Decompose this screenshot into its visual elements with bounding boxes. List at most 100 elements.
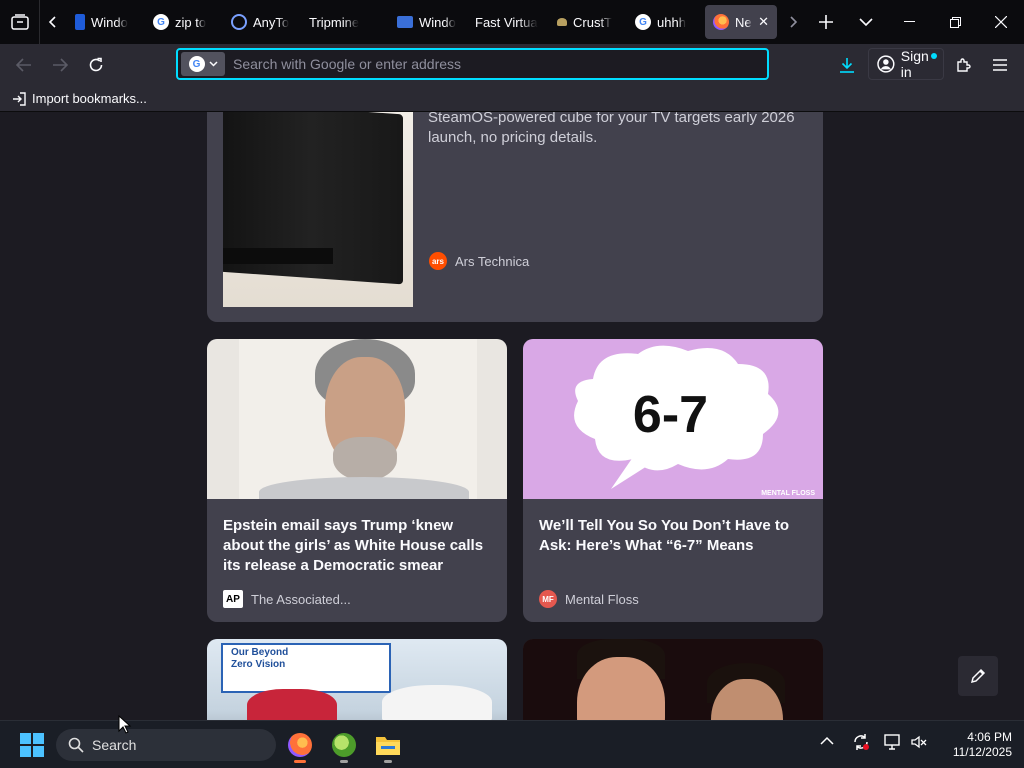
device-edge	[223, 248, 333, 264]
hamburger-menu-icon	[993, 59, 1007, 71]
firefox-view-button[interactable]	[0, 0, 40, 44]
list-all-tabs-button[interactable]	[846, 0, 886, 44]
story-title: We’ll Tell You So You Don’t Have to Ask:…	[539, 517, 790, 554]
import-bookmarks-link[interactable]: Import bookmarks...	[32, 91, 147, 106]
google-icon: G	[188, 56, 205, 72]
tab-anyto[interactable]: AnyTo	[223, 5, 299, 39]
taskbar-clock[interactable]: 4:06 PM 11/12/2025	[938, 730, 1012, 760]
running-indicator	[294, 760, 306, 763]
back-button[interactable]	[9, 50, 39, 80]
tab-tripmine[interactable]: Tripmine	[301, 5, 387, 39]
clock-time: 4:06 PM	[967, 730, 1012, 744]
running-indicator	[340, 760, 348, 763]
network-tray-button[interactable]	[884, 733, 902, 754]
tab-label: AnyTo	[253, 14, 290, 30]
windows-taskbar: Search 4:06 PM 11/12/2025	[0, 720, 1024, 768]
sign-in-button[interactable]: Sign in	[868, 48, 944, 80]
story-source: AP The Associated...	[223, 590, 351, 608]
story-source: MF Mental Floss	[539, 590, 639, 608]
story-card-auto-show[interactable]: Our Beyond Zero Vision	[207, 639, 507, 720]
forward-button[interactable]	[45, 50, 75, 80]
tab-label: uhhh	[657, 14, 686, 30]
story-card-steam[interactable]: SteamOS-powered cube for your TV targets…	[207, 112, 823, 322]
clock-date: 11/12/2025	[952, 745, 1012, 759]
sign-in-label: Sign in	[900, 48, 929, 80]
taskbar-search-box[interactable]: Search	[56, 729, 276, 761]
tab-label: Ne	[735, 14, 752, 30]
volume-tray-button[interactable]	[910, 733, 928, 754]
tab-label: Fast Virtua	[475, 14, 538, 30]
notification-dot	[931, 53, 937, 59]
mental-floss-logo-icon: MF	[539, 590, 557, 608]
taskbar-file-explorer[interactable]	[370, 727, 406, 763]
extensions-button[interactable]	[949, 50, 979, 80]
taskbar-firefox[interactable]	[282, 727, 318, 763]
minimize-button[interactable]	[886, 0, 932, 44]
story-card-talk-show[interactable]	[523, 639, 823, 720]
ap-logo-icon: AP	[223, 590, 243, 608]
tab-windo-1[interactable]: Windo	[67, 5, 143, 39]
app-menu-button[interactable]	[985, 50, 1015, 80]
story-image	[223, 112, 413, 307]
arrow-right-icon	[53, 58, 68, 72]
chevron-right-icon	[790, 16, 798, 28]
tab-fast-virtua[interactable]: Fast Virtua	[467, 5, 547, 39]
tab-windo-2[interactable]: Windo	[389, 5, 465, 39]
portrait-shirt	[259, 477, 469, 499]
crust-favicon-icon	[557, 18, 567, 26]
close-icon	[995, 16, 1007, 28]
tab-bar: Windo G zip to AnyTo Tripmine Windo Fast…	[0, 0, 1024, 44]
bookmarks-toolbar: Import bookmarks...	[0, 86, 1024, 112]
restore-button[interactable]	[932, 0, 978, 44]
search-engine-button[interactable]: G	[181, 52, 225, 76]
firefox-favicon-icon	[713, 14, 729, 30]
search-icon	[68, 737, 84, 753]
sync-icon	[854, 734, 869, 750]
tab-crustt[interactable]: CrustT	[549, 5, 625, 39]
sync-tray-button[interactable]	[852, 733, 870, 754]
download-icon	[840, 58, 854, 73]
navigation-toolbar: G Sign in	[0, 44, 1024, 86]
scroll-tabs-left-button[interactable]	[40, 0, 66, 44]
tab-label: Tripmine	[309, 14, 360, 30]
tab-uhhh[interactable]: G uhhh	[627, 5, 703, 39]
new-tab-button[interactable]	[806, 0, 846, 44]
start-button[interactable]	[14, 727, 50, 763]
banner-line-2: Zero Vision	[231, 659, 286, 670]
story-image: 6-7 MENTAL FLOSS	[523, 339, 823, 499]
close-window-button[interactable]	[978, 0, 1024, 44]
minimize-icon	[903, 21, 915, 22]
tab-label: Windo	[419, 14, 456, 30]
running-indicator	[384, 760, 392, 763]
show-hidden-icons-button[interactable]	[820, 733, 834, 749]
scroll-tabs-right-button[interactable]	[780, 0, 806, 44]
banner-line-1: Our Beyond	[231, 647, 289, 658]
tab-zip-to[interactable]: G zip to	[145, 5, 221, 39]
story-card-six-seven[interactable]: 6-7 MENTAL FLOSS We’ll Tell You So You D…	[523, 339, 823, 622]
tab-label: Windo	[91, 14, 128, 30]
chevron-up-icon	[820, 736, 834, 745]
reload-button[interactable]	[81, 50, 111, 80]
story-image	[207, 339, 507, 499]
plus-icon	[819, 15, 833, 29]
story-title: Epstein email says Trump ‘knew about the…	[223, 517, 484, 574]
folder-icon	[376, 737, 400, 755]
taskbar-app-green[interactable]	[326, 727, 362, 763]
downloads-button[interactable]	[832, 50, 862, 80]
url-input[interactable]	[225, 52, 767, 76]
arrow-left-icon	[16, 58, 31, 72]
six-seven-text: 6-7	[632, 386, 709, 444]
portrait-photo	[239, 339, 477, 499]
customize-button[interactable]	[958, 656, 998, 696]
new-tab-page: SteamOS-powered cube for your TV targets…	[0, 112, 1024, 720]
portrait-beard	[333, 437, 397, 481]
restore-icon	[949, 16, 961, 28]
chevron-down-icon	[208, 61, 218, 67]
address-bar[interactable]: G	[176, 48, 769, 80]
tab-new-tab[interactable]: Ne ✕	[705, 5, 777, 39]
firefox-view-icon	[10, 14, 29, 30]
close-tab-icon[interactable]: ✕	[758, 14, 769, 30]
chevron-left-icon	[48, 16, 56, 28]
source-name: Mental Floss	[565, 591, 639, 607]
story-card-epstein[interactable]: Epstein email says Trump ‘knew about the…	[207, 339, 507, 622]
